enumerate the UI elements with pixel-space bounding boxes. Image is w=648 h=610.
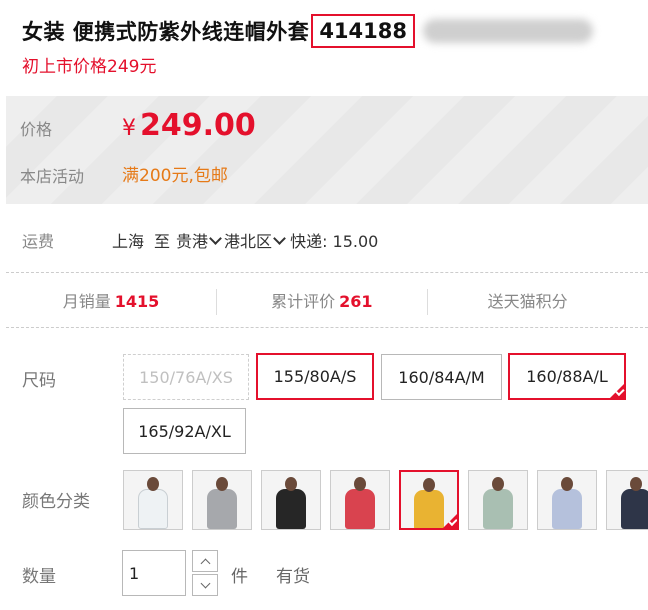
size-option-xl[interactable]: 165/92A/XL	[123, 408, 246, 454]
province-select[interactable]: 贵港	[176, 228, 224, 252]
chevron-down-icon	[200, 578, 210, 588]
chevron-down-icon	[273, 231, 286, 245]
divider	[6, 327, 648, 328]
product-thumbnail-figure	[271, 471, 311, 529]
product-thumbnail-figure	[547, 471, 587, 529]
color-label: 颜色分类	[22, 492, 90, 512]
color-swatch[interactable]	[468, 470, 528, 530]
stat-value: 261	[339, 292, 373, 311]
size-option-xs: 150/76A/XS	[123, 354, 249, 400]
monthly-sales: 月销量 1415	[6, 286, 216, 318]
shipping-fee: 快递: 15.00	[290, 232, 379, 251]
chevron-up-icon	[200, 558, 210, 568]
quantity-decrease-button[interactable]	[192, 574, 218, 596]
blurred-title-suffix	[422, 19, 593, 43]
divider	[6, 272, 648, 273]
product-thumbnail-figure	[340, 471, 380, 529]
color-swatch[interactable]	[330, 470, 390, 530]
district-value: 港北区	[224, 232, 273, 251]
color-swatch[interactable]	[123, 470, 183, 530]
stat-label: 送天猫积分	[487, 292, 568, 311]
product-thumbnail-figure	[133, 471, 173, 529]
ship-from: 上海	[112, 232, 145, 251]
chevron-down-icon	[209, 231, 222, 245]
stats-bar: 月销量 1415 累计评价 261 送天猫积分	[6, 286, 648, 318]
promo-text[interactable]: 满200元,包邮	[122, 161, 228, 186]
size-option-s[interactable]: 155/80A/S	[256, 353, 374, 400]
color-swatch[interactable]	[192, 470, 252, 530]
stat-label: 月销量	[62, 292, 111, 311]
size-option-label: 160/88A/L	[526, 367, 608, 386]
product-subtitle: 初上市价格249元	[22, 57, 157, 77]
shipping-row: 运费 上海 至 贵港 港北区 快递: 15.00	[22, 228, 378, 252]
price-panel: 价格 ¥ 249.00 本店活动 满200元,包邮	[6, 96, 648, 204]
color-swatch[interactable]	[261, 470, 321, 530]
product-thumbnail-figure	[478, 471, 518, 529]
stock-status: 有货	[276, 567, 310, 587]
color-swatch[interactable]	[606, 470, 648, 530]
color-swatch[interactable]	[537, 470, 597, 530]
quantity-increase-button[interactable]	[192, 550, 218, 572]
currency-symbol: ¥	[122, 116, 136, 141]
shipping-label: 运费	[22, 232, 55, 251]
tmall-points: 送天猫积分	[428, 286, 648, 318]
price-value: ¥ 249.00	[122, 108, 256, 143]
province-value: 贵港	[176, 232, 209, 251]
size-label: 尺码	[22, 371, 56, 391]
district-select[interactable]: 港北区	[224, 228, 288, 252]
check-icon	[442, 513, 457, 528]
product-thumbnail-figure	[616, 471, 648, 529]
product-code-highlight: 414188	[311, 14, 415, 48]
price-label: 价格	[20, 120, 53, 139]
color-swatch[interactable]	[399, 470, 459, 530]
ship-to-word: 至	[154, 232, 171, 251]
product-title: 女装 便携式防紫外线连帽外套 414188	[22, 14, 593, 48]
quantity-unit: 件	[231, 567, 248, 587]
promo-label: 本店活动	[20, 167, 85, 186]
stat-value: 1415	[114, 292, 160, 311]
product-thumbnail-figure	[202, 471, 242, 529]
check-icon	[609, 383, 625, 399]
quantity-label: 数量	[22, 567, 56, 587]
quantity-input[interactable]: 1	[122, 550, 186, 596]
total-reviews[interactable]: 累计评价 261	[217, 286, 427, 318]
product-title-text: 女装 便携式防紫外线连帽外套	[22, 20, 310, 44]
size-option-m[interactable]: 160/84A/M	[381, 354, 502, 400]
price-amount: 249.00	[140, 108, 256, 143]
stat-label: 累计评价	[271, 292, 336, 311]
size-option-l-selected[interactable]: 160/88A/L	[508, 353, 626, 400]
